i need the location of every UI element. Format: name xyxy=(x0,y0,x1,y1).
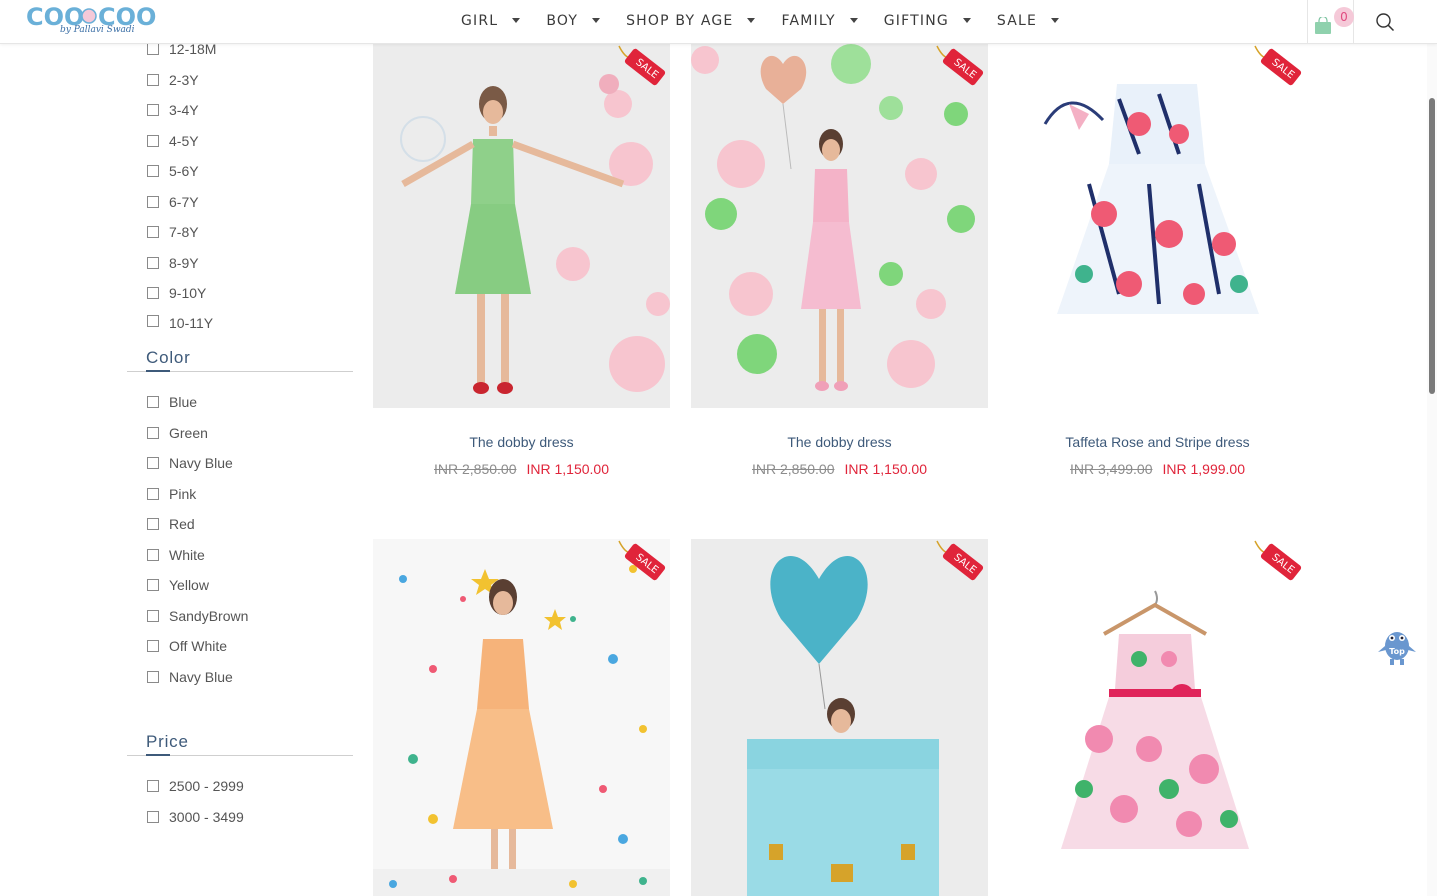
checkbox[interactable] xyxy=(147,314,159,327)
color-option[interactable]: Off White xyxy=(147,631,248,662)
color-option[interactable]: Pink xyxy=(147,479,248,510)
svg-text:Top: Top xyxy=(1389,647,1405,656)
nav-boy[interactable]: BOY xyxy=(546,13,601,29)
color-option[interactable]: Navy Blue xyxy=(147,448,248,479)
checkbox[interactable] xyxy=(147,426,159,439)
product-price: INR 2,850.00 INR 1,150.00 xyxy=(373,461,670,477)
age-option[interactable]: 8-9Y xyxy=(147,248,216,279)
color-option[interactable]: White xyxy=(147,540,248,571)
section-accent xyxy=(146,754,170,756)
nav-shop-by-age[interactable]: SHOP BY AGE xyxy=(626,13,756,29)
checkbox[interactable] xyxy=(147,73,159,86)
color-option[interactable]: Navy Blue xyxy=(147,662,248,693)
checkbox[interactable] xyxy=(147,165,159,178)
sale-price: INR 1,999.00 xyxy=(1162,461,1246,477)
product-name[interactable]: Taffeta Rose and Stripe dress xyxy=(1009,434,1306,450)
checkbox[interactable] xyxy=(147,457,159,470)
chevron-down-icon xyxy=(849,17,858,23)
sale-tag-icon: SALE xyxy=(936,540,984,581)
checkbox[interactable] xyxy=(147,609,159,622)
checkbox[interactable] xyxy=(147,226,159,239)
age-option[interactable]: 9-10Y xyxy=(147,278,216,309)
checkbox[interactable] xyxy=(147,256,159,269)
product-price: INR 2,850.00 INR 1,150.00 xyxy=(691,461,988,477)
checkbox[interactable] xyxy=(147,780,159,793)
sale-tag-icon: SALE xyxy=(936,45,984,86)
sale-price: INR 1,150.00 xyxy=(844,461,928,477)
old-price: INR 3,499.00 xyxy=(1070,461,1153,477)
checkbox[interactable] xyxy=(147,518,159,531)
sale-tag-icon: SALE xyxy=(1254,45,1302,86)
nav-girl[interactable]: GIRL xyxy=(461,13,521,29)
checkbox[interactable] xyxy=(147,810,159,823)
color-option[interactable]: Yellow xyxy=(147,570,248,601)
site-header: COO COO by Pallavi Swadi GIRL BOY SHOP B… xyxy=(0,0,1437,44)
checkbox[interactable] xyxy=(147,134,159,147)
scrollbar-thumb[interactable] xyxy=(1429,98,1435,394)
price-filter-list: 2500 - 2999 3000 - 3499 xyxy=(147,771,244,832)
age-option[interactable]: 5-6Y xyxy=(147,156,216,187)
product-image[interactable] xyxy=(691,44,988,408)
age-option[interactable]: 6-7Y xyxy=(147,187,216,218)
chevron-down-icon xyxy=(747,17,756,23)
age-option[interactable]: 2-3Y xyxy=(147,65,216,96)
price-option[interactable]: 2500 - 2999 xyxy=(147,771,244,802)
checkbox[interactable] xyxy=(147,579,159,592)
old-price: INR 2,850.00 xyxy=(752,461,835,477)
color-filter-list: Blue Green Navy Blue Pink Red White Yell… xyxy=(147,387,248,692)
nav-family[interactable]: FAMILY xyxy=(781,13,858,29)
logo-tagline: by Pallavi Swadi xyxy=(60,25,135,35)
age-option[interactable]: 10-11Y xyxy=(147,309,216,331)
color-option[interactable]: Blue xyxy=(147,387,248,418)
checkbox[interactable] xyxy=(147,640,159,653)
nav-gifting[interactable]: GIFTING xyxy=(884,13,971,29)
checkbox[interactable] xyxy=(147,548,159,561)
product-name[interactable]: The dobby dress xyxy=(691,434,988,450)
chevron-down-icon xyxy=(592,17,601,23)
sale-tag-icon: SALE xyxy=(618,45,666,86)
color-option[interactable]: Red xyxy=(147,509,248,540)
color-option[interactable]: Green xyxy=(147,418,248,449)
chevron-down-icon xyxy=(512,17,521,23)
age-filter-list: 12-18M 2-3Y 3-4Y 4-5Y 5-6Y 6-7Y 7-8Y 8-9… xyxy=(147,34,216,331)
product-image[interactable] xyxy=(373,44,670,408)
price-option[interactable]: 3000 - 3499 xyxy=(147,802,244,833)
product-image[interactable] xyxy=(1009,44,1306,408)
sale-price: INR 1,150.00 xyxy=(526,461,610,477)
color-filter-title[interactable]: Color xyxy=(146,348,191,368)
checkbox[interactable] xyxy=(147,396,159,409)
product-name[interactable]: The dobby dress xyxy=(373,434,670,450)
section-accent xyxy=(146,370,170,372)
age-option[interactable]: 3-4Y xyxy=(147,95,216,126)
sale-tag-icon: SALE xyxy=(1254,540,1302,581)
product-price: INR 3,499.00 INR 1,999.00 xyxy=(1009,461,1306,477)
chevron-down-icon xyxy=(1051,17,1060,23)
brand-logo[interactable]: COO COO by Pallavi Swadi xyxy=(26,3,156,39)
age-option[interactable]: 7-8Y xyxy=(147,217,216,248)
chevron-down-icon xyxy=(962,17,971,23)
checkbox[interactable] xyxy=(147,104,159,117)
cart-button[interactable]: 0 xyxy=(1307,0,1354,44)
nav-sale[interactable]: SALE xyxy=(997,13,1060,29)
color-option[interactable]: SandyBrown xyxy=(147,601,248,632)
checkbox[interactable] xyxy=(147,287,159,300)
checkbox[interactable] xyxy=(147,43,159,56)
back-to-top-button[interactable]: Top xyxy=(1378,626,1416,668)
cart-count-badge: 0 xyxy=(1334,7,1354,27)
search-icon[interactable] xyxy=(1375,12,1395,32)
sale-tag-icon: SALE xyxy=(618,540,666,581)
price-filter-title[interactable]: Price xyxy=(146,732,189,752)
checkbox[interactable] xyxy=(147,487,159,500)
main-nav: GIRL BOY SHOP BY AGE FAMILY GIFTING SALE xyxy=(461,13,1085,29)
checkbox[interactable] xyxy=(147,670,159,683)
old-price: INR 2,850.00 xyxy=(434,461,517,477)
checkbox[interactable] xyxy=(147,195,159,208)
age-option[interactable]: 4-5Y xyxy=(147,126,216,157)
shopping-bag-icon xyxy=(1315,17,1331,34)
